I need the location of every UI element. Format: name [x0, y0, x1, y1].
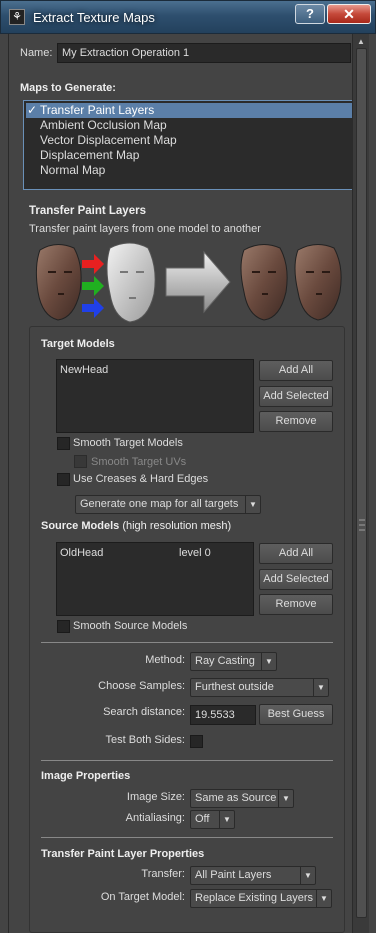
antialiasing-dropdown[interactable]: Off ▼ — [190, 810, 235, 829]
use-creases-checkbox[interactable] — [57, 473, 70, 486]
title-bar: ⚘ Extract Texture Maps ? ✕ — [0, 0, 376, 34]
target-models-heading: Target Models — [41, 338, 115, 350]
separator — [41, 642, 333, 643]
target-add-all-button[interactable]: Add All — [259, 360, 333, 381]
name-field[interactable]: My Extraction Operation 1 — [57, 43, 351, 63]
transfer-dropdown[interactable]: All Paint Layers ▼ — [190, 866, 316, 885]
smooth-source-models-label: Smooth Source Models — [73, 620, 188, 632]
transfer-illustration — [35, 242, 342, 323]
source-models-list[interactable]: OldHead level 0 — [56, 542, 254, 616]
source-models-note: (high resolution mesh) — [122, 520, 232, 532]
rgb-arrows-icon — [82, 254, 104, 318]
choose-samples-dropdown[interactable]: Furthest outside ▼ — [190, 678, 329, 697]
maps-heading: Maps to Generate: — [20, 82, 116, 94]
choose-samples-label: Choose Samples: — [98, 680, 185, 692]
map-item-label: Normal Map — [40, 163, 106, 177]
map-item-label: Vector Displacement Map — [40, 133, 177, 147]
map-item-displacement[interactable]: Displacement Map — [26, 148, 352, 163]
smooth-target-models-label: Smooth Target Models — [73, 437, 183, 449]
source-model-level: level 0 — [179, 547, 211, 559]
source-models-heading: Source Models (high resolution mesh) — [41, 520, 231, 532]
source-add-selected-button[interactable]: Add Selected — [259, 569, 333, 590]
smooth-target-models-checkbox[interactable] — [57, 437, 70, 450]
chevron-down-icon: ▼ — [245, 496, 260, 513]
choose-samples-value: Furthest outside — [195, 681, 274, 693]
target-models-list[interactable]: NewHead — [56, 359, 254, 433]
transfer-label: Transfer: — [141, 868, 185, 880]
target-model-item[interactable]: NewHead — [60, 364, 108, 376]
map-item-transfer-paint-layers[interactable]: ✓ Transfer Paint Layers — [26, 103, 352, 118]
chevron-down-icon: ▼ — [219, 811, 234, 828]
target-add-selected-button[interactable]: Add Selected — [259, 386, 333, 407]
map-item-label: Ambient Occlusion Map — [40, 118, 167, 132]
chevron-down-icon: ▼ — [300, 867, 315, 884]
scroll-thumb[interactable] — [356, 48, 367, 918]
on-target-model-value: Replace Existing Layers — [195, 892, 314, 904]
scroll-up-icon[interactable]: ▲ — [353, 36, 369, 48]
antialiasing-value: Off — [195, 813, 210, 825]
help-button[interactable]: ? — [295, 4, 325, 24]
maps-list[interactable]: ✓ Transfer Paint Layers Ambient Occlusio… — [23, 100, 353, 190]
map-item-vector-displacement[interactable]: Vector Displacement Map — [26, 133, 352, 148]
antialiasing-label: Antialiasing: — [125, 812, 185, 824]
window-title: Extract Texture Maps — [33, 10, 155, 25]
image-size-dropdown[interactable]: Same as Source ▼ — [190, 789, 294, 808]
map-mode-value: Generate one map for all targets — [80, 498, 239, 510]
target-remove-button[interactable]: Remove — [259, 411, 333, 432]
use-creases-label: Use Creases & Hard Edges — [73, 473, 209, 485]
on-target-model-label: On Target Model: — [100, 891, 185, 903]
search-distance-label: Search distance: — [103, 706, 185, 718]
grip-icon — [359, 519, 365, 531]
source-model-item[interactable]: OldHead — [60, 547, 103, 559]
section-title: Transfer Paint Layers — [29, 205, 146, 217]
image-size-value: Same as Source — [195, 792, 277, 804]
vertical-scrollbar[interactable]: ▲ — [352, 34, 369, 933]
separator — [41, 837, 333, 838]
source-add-all-button[interactable]: Add All — [259, 543, 333, 564]
image-properties-heading: Image Properties — [41, 770, 131, 782]
chevron-down-icon: ▼ — [261, 653, 276, 670]
method-dropdown[interactable]: Ray Casting ▼ — [190, 652, 277, 671]
map-item-label: Displacement Map — [40, 148, 140, 162]
method-label: Method: — [145, 654, 185, 666]
map-item-normal-map[interactable]: Normal Map — [26, 163, 352, 178]
map-item-label: Transfer Paint Layers — [40, 103, 155, 117]
result-head-1-icon — [240, 244, 288, 321]
separator — [41, 760, 333, 761]
map-mode-dropdown[interactable]: Generate one map for all targets ▼ — [75, 495, 261, 514]
chevron-down-icon: ▼ — [316, 890, 331, 907]
smooth-target-uvs-label: Smooth Target UVs — [91, 456, 187, 468]
check-icon: ✓ — [27, 103, 38, 117]
source-head-icon — [35, 244, 82, 321]
source-models-heading-text: Source Models — [41, 520, 120, 532]
best-guess-button[interactable]: Best Guess — [259, 704, 333, 725]
test-both-sides-checkbox[interactable] — [190, 735, 203, 748]
smooth-source-models-checkbox[interactable] — [57, 620, 70, 633]
transfer-arrow-icon — [165, 250, 231, 314]
search-distance-field[interactable]: 19.5533 — [190, 705, 256, 725]
map-item-ambient-occlusion[interactable]: Ambient Occlusion Map — [26, 118, 352, 133]
on-target-model-dropdown[interactable]: Replace Existing Layers ▼ — [190, 889, 332, 908]
test-both-sides-label: Test Both Sides: — [105, 734, 186, 746]
app-icon: ⚘ — [9, 9, 25, 25]
transfer-value: All Paint Layers — [195, 869, 272, 881]
source-remove-button[interactable]: Remove — [259, 594, 333, 615]
dialog-body: Name: My Extraction Operation 1 Maps to … — [8, 34, 369, 933]
section-description: Transfer paint layers from one model to … — [29, 223, 261, 235]
transfer-properties-heading: Transfer Paint Layer Properties — [41, 848, 205, 860]
result-head-2-icon — [294, 244, 342, 321]
image-size-label: Image Size: — [126, 791, 185, 803]
smooth-target-uvs-checkbox[interactable] — [74, 455, 87, 468]
chevron-down-icon: ▼ — [278, 790, 293, 807]
chevron-down-icon: ▼ — [313, 679, 328, 696]
close-button[interactable]: ✕ — [327, 4, 371, 24]
name-label: Name: — [20, 47, 53, 59]
method-value: Ray Casting — [195, 655, 255, 667]
target-head-white-icon — [106, 242, 156, 323]
